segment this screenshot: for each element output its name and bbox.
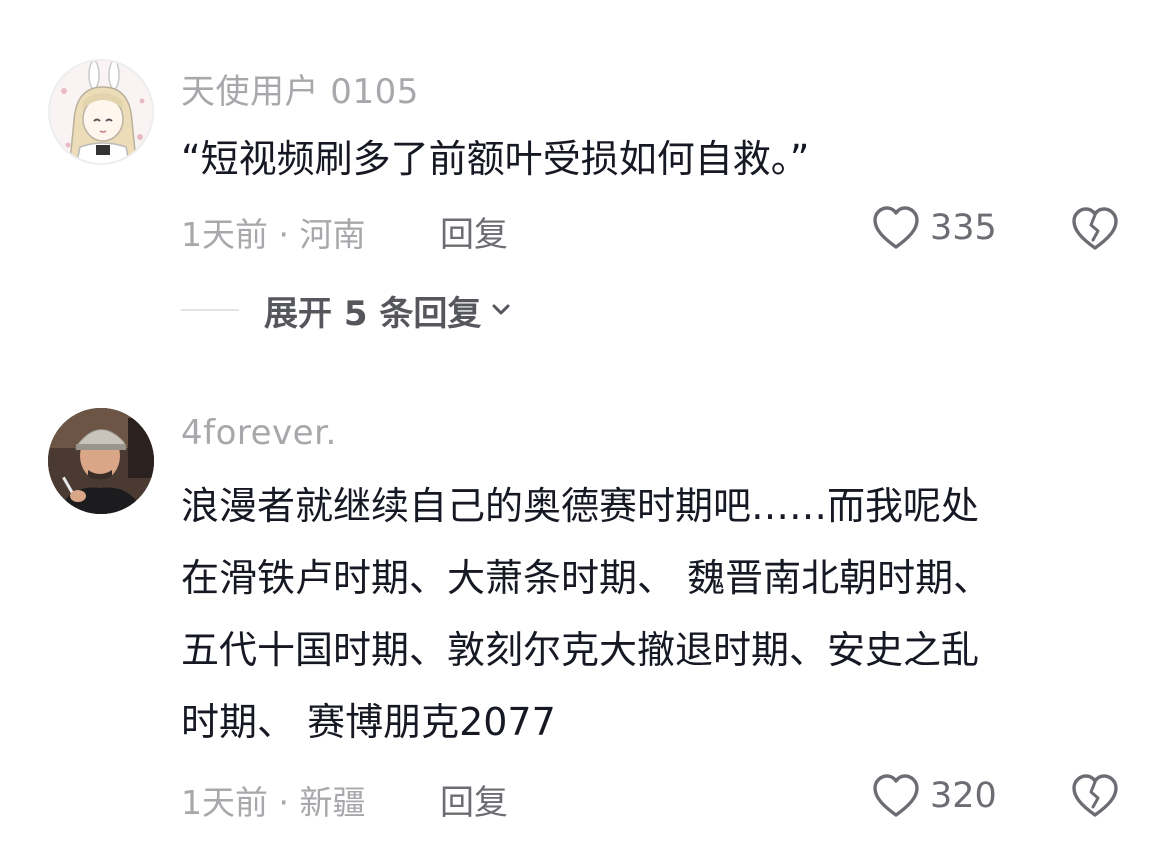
heart-outline-icon [873, 774, 919, 817]
comment-text-line: 浪漫者就继续自己的奥德赛时期吧……而我呢处 [181, 484, 980, 528]
broken-heart-icon [1072, 774, 1118, 817]
comment-meta: 1天前 · 新疆 [181, 783, 366, 822]
comment-text: 浪漫者就继续自己的奥德赛时期吧……而我呢处 在滑铁卢时期、大萧条时期、 魏晋南北… [181, 470, 1121, 758]
comment-text-line: 五代十国时期、敦刻尔克大撤退时期、安史之乱 [181, 628, 980, 672]
comment-text-line: 时期、 赛博朋克2077 [181, 700, 556, 744]
man-in-cap-avatar-icon [48, 408, 154, 514]
comment-username[interactable]: 4forever. [181, 413, 337, 453]
user-avatar[interactable] [48, 408, 154, 514]
comment-text-line: 在滑铁卢时期、大萧条时期、 魏晋南北朝时期、 [181, 556, 992, 600]
dislike-button[interactable] [1071, 773, 1119, 819]
comment-item: 4forever. 浪漫者就继续自己的奥德赛时期吧……而我呢处 在滑铁卢时期、大… [0, 0, 1170, 845]
like-button[interactable]: 320 [872, 771, 997, 821]
reply-button[interactable]: 回复 [440, 775, 508, 824]
like-count: 320 [930, 776, 997, 816]
